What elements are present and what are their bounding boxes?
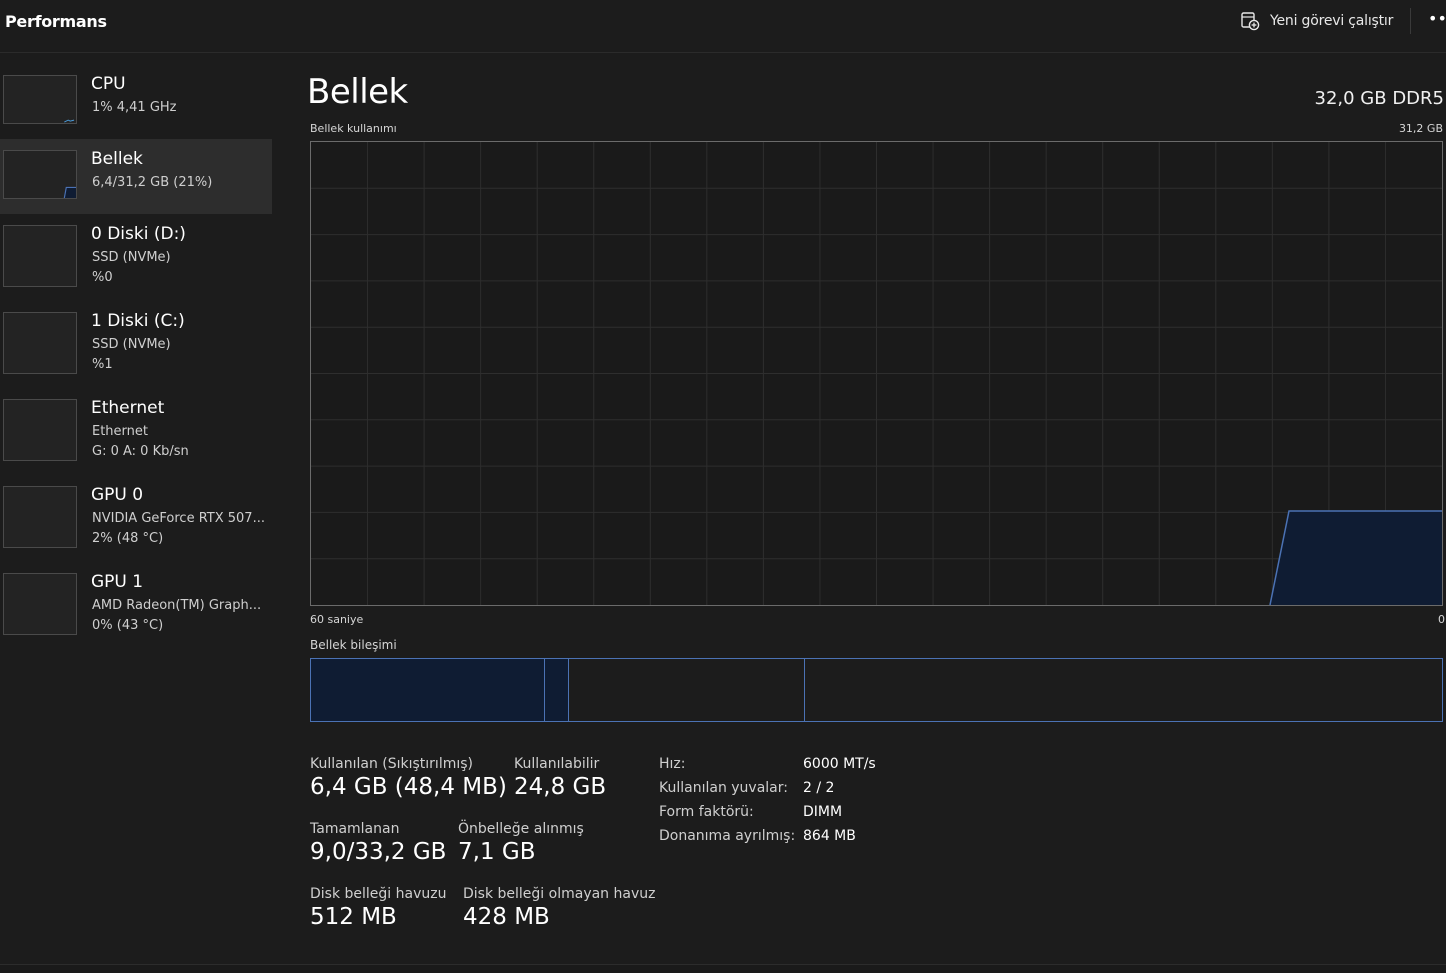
slots-used-label: Kullanılan yuvalar: (659, 780, 788, 796)
stat-nonpaged-pool-label: Disk belleği olmayan havuz (463, 886, 656, 902)
usage-graph-label: Bellek kullanımı (310, 122, 397, 135)
stat-cached: Önbelleğe alınmış 7,1 GB (458, 821, 584, 865)
cpu-mini-graph (3, 75, 77, 124)
sidebar-item-disk-c[interactable]: 1 Diski (C:) SSD (NVMe) %1 (0, 301, 272, 388)
usage-graph-max-label: 31,2 GB (1398, 122, 1443, 135)
composition-label: Bellek bileşimi (310, 638, 397, 652)
sidebar-item-memory[interactable]: Bellek 6,4/31,2 GB (21%) (0, 139, 272, 214)
stat-committed-value: 9,0/33,2 GB (310, 839, 447, 865)
new-task-icon (1241, 12, 1260, 31)
speed-value: 6000 MT/s (803, 756, 876, 772)
memory-type-label: 32,0 GB DDR5 (1314, 88, 1445, 109)
graph-time-start-label: 60 saniye (310, 613, 364, 626)
sidebar-item-detail: G: 0 A: 0 Kb/sn (92, 444, 189, 459)
form-factor-value: DIMM (803, 804, 843, 820)
sidebar-item-gpu-1[interactable]: GPU 1 AMD Radeon(TM) Graph... 0% (43 °C) (0, 562, 272, 649)
stat-cached-label: Önbelleğe alınmış (458, 821, 584, 837)
composition-in-use (311, 659, 546, 721)
stat-in-use-label: Kullanılan (Sıkıştırılmış) (310, 756, 473, 772)
sidebar-item-gpu-0[interactable]: GPU 0 NVIDIA GeForce RTX 507... 2% (48 °… (0, 475, 272, 562)
speed-label: Hız: (659, 756, 686, 772)
stat-committed: Tamamlanan 9,0/33,2 GB (310, 821, 446, 865)
sidebar-item-label: Ethernet (91, 398, 165, 418)
sidebar-item-detail: 0% (43 °C) (92, 618, 164, 633)
sidebar-item-label: 1 Diski (C:) (91, 311, 185, 331)
stat-nonpaged-pool-value: 428 MB (463, 904, 550, 930)
sidebar-item-detail: SSD (NVMe) (92, 250, 171, 265)
stat-cached-value: 7,1 GB (458, 839, 536, 865)
sidebar-item-detail: AMD Radeon(TM) Graph... (92, 598, 262, 613)
memory-usage-area (1270, 511, 1442, 605)
stat-nonpaged-pool: Disk belleği olmayan havuz 428 MB (463, 886, 655, 930)
new-task-label: Yeni görevi çalıştır (1270, 13, 1394, 29)
sidebar-item-label: GPU 0 (91, 485, 144, 505)
sidebar-item-detail: %0 (92, 270, 113, 285)
sidebar-item-label: CPU (91, 74, 126, 94)
stat-paged-pool: Disk belleği havuzu 512 MB (310, 886, 446, 930)
composition-standby (569, 659, 806, 721)
new-task-button[interactable]: Yeni görevi çalıştır (1240, 10, 1393, 32)
stat-committed-label: Tamamlanan (310, 821, 400, 837)
composition-modified (545, 659, 569, 721)
sidebar-item-detail: NVIDIA GeForce RTX 507... (92, 511, 265, 526)
memory-usage-graph (310, 141, 1443, 606)
hardware-reserved-label: Donanıma ayrılmış: (659, 828, 796, 844)
toolbar-divider (1410, 8, 1411, 34)
sidebar-item-detail: %1 (92, 357, 113, 372)
form-factor-label: Form faktörü: (659, 804, 754, 820)
sidebar-item-detail: Ethernet (92, 424, 148, 439)
sidebar-item-cpu[interactable]: CPU 1% 4,41 GHz (0, 64, 272, 139)
sidebar-item-detail: 6,4/31,2 GB (21%) (92, 175, 213, 190)
slots-used-value: 2 / 2 (803, 780, 835, 796)
sidebar-item-label: 0 Diski (D:) (91, 224, 186, 244)
stat-available-value: 24,8 GB (514, 774, 607, 800)
hardware-reserved-value: 864 MB (803, 828, 856, 844)
gpu-1-mini-graph (3, 573, 77, 635)
more-options-icon[interactable]: ••• (1428, 10, 1446, 32)
ethernet-mini-graph (3, 399, 77, 461)
gpu-0-mini-graph (3, 486, 77, 548)
composition-free (805, 659, 1442, 721)
sidebar-item-ethernet[interactable]: Ethernet Ethernet G: 0 A: 0 Kb/sn (0, 388, 272, 475)
stat-available: Kullanılabilir 24,8 GB (514, 756, 606, 800)
disk-d-mini-graph (3, 225, 77, 287)
memory-composition-bar (310, 658, 1443, 722)
stat-in-use: Kullanılan (Sıkıştırılmış) 6,4 GB (48,4 … (310, 756, 507, 800)
disk-c-mini-graph (3, 312, 77, 374)
memory-heading: Bellek (307, 72, 408, 112)
memory-mini-graph (3, 150, 77, 199)
page-title: Performans (5, 12, 107, 31)
sidebar-item-detail: 1% 4,41 GHz (92, 100, 177, 115)
sidebar-item-detail: 2% (48 °C) (92, 531, 164, 546)
sidebar-item-disk-d[interactable]: 0 Diski (D:) SSD (NVMe) %0 (0, 214, 272, 301)
sidebar-item-label: GPU 1 (91, 572, 144, 592)
graph-time-end-label: 0 (1438, 613, 1445, 626)
graph-grid (311, 142, 1442, 605)
stat-paged-pool-value: 512 MB (310, 904, 397, 930)
stat-available-label: Kullanılabilir (514, 756, 600, 772)
sidebar-item-detail: SSD (NVMe) (92, 337, 171, 352)
stat-paged-pool-label: Disk belleği havuzu (310, 886, 447, 902)
sidebar-item-label: Bellek (91, 149, 143, 169)
performance-sidebar: CPU 1% 4,41 GHz Bellek 6,4/31,2 GB (21%)… (0, 64, 272, 649)
title-bar: Performans Yeni görevi çalıştır ••• (0, 0, 1446, 53)
stat-in-use-value: 6,4 GB (48,4 MB) (310, 774, 507, 800)
